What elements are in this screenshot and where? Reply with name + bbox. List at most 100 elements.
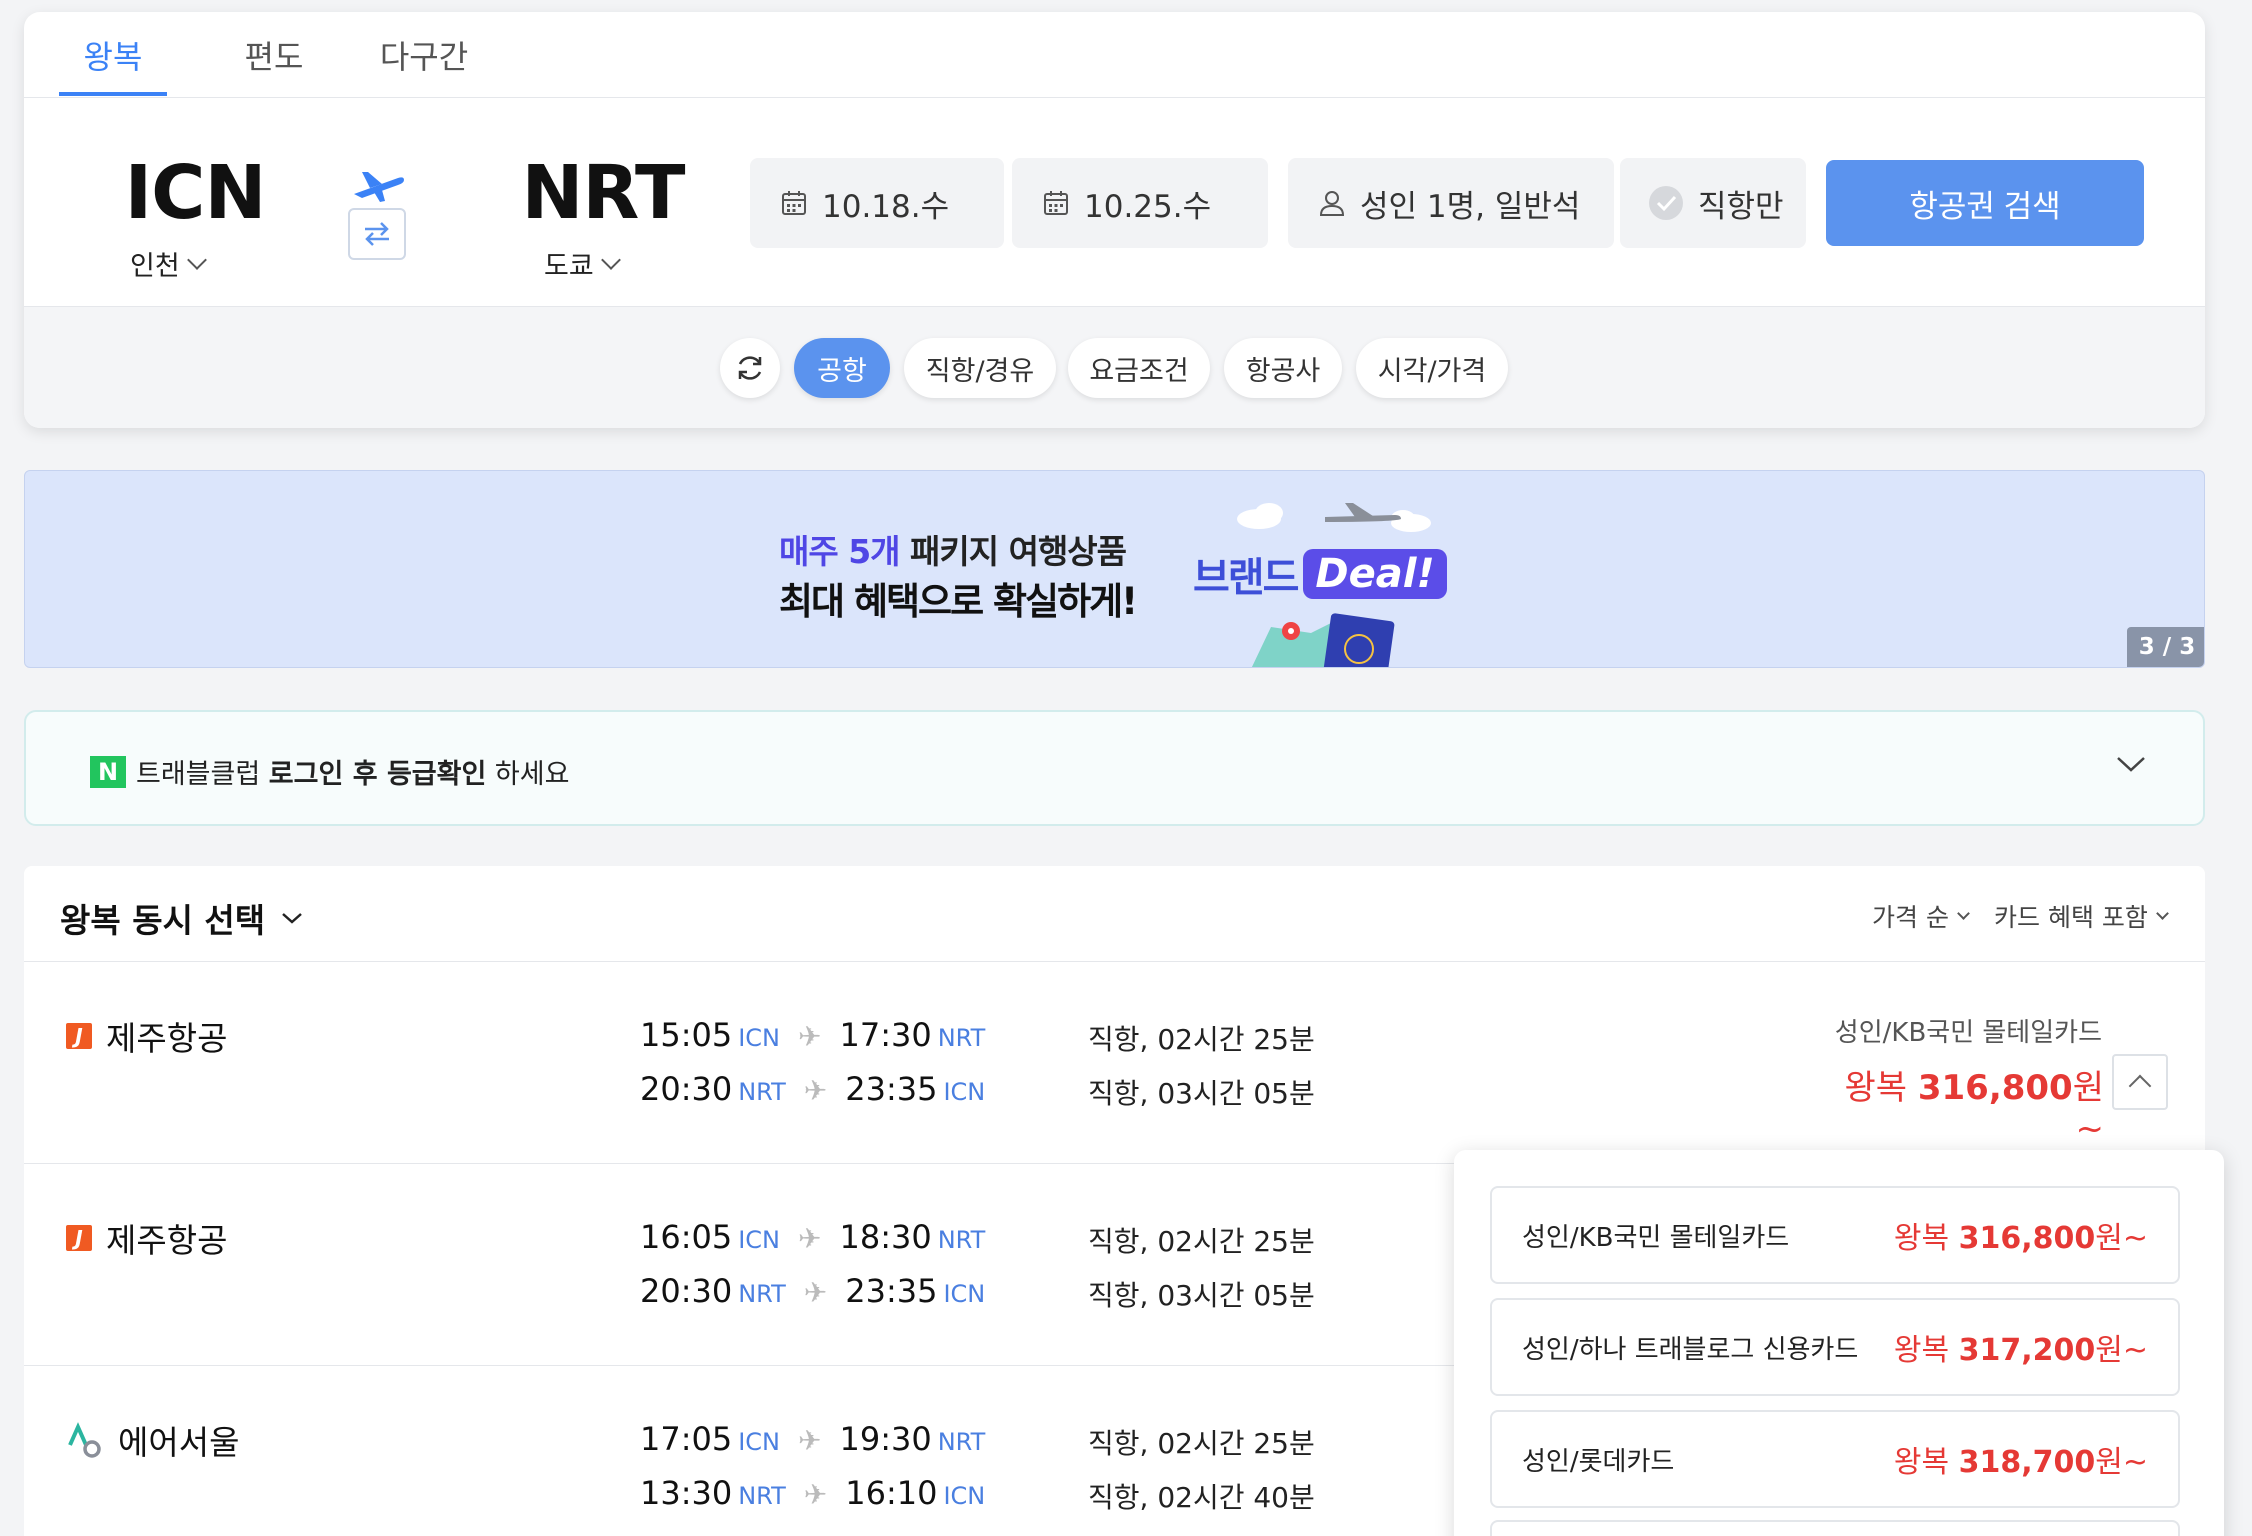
chevron-down-icon — [600, 249, 621, 270]
tab-one-way[interactable]: 편도 — [214, 12, 334, 98]
destination-city: 도쿄 — [544, 251, 594, 282]
price-prefix: 왕복 — [1844, 1068, 1918, 1108]
banner-pager: 3 / 3 — [2127, 627, 2204, 667]
tab-multi-city[interactable]: 다구간 — [354, 12, 494, 98]
airline-name: 에어서울 — [118, 1423, 240, 1462]
tab-round-trip[interactable]: 왕복 — [59, 12, 167, 98]
return-leg: 20:30 NRT ✈ 23:35 ICN — [640, 1272, 985, 1310]
filter-chip-airline[interactable]: 항공사 — [1224, 338, 1342, 398]
login-prompt[interactable]: N 트래블클럽 로그인 후 등급확인 하세요 — [24, 710, 2205, 826]
dep-code: NRT — [738, 1280, 786, 1308]
dep-time: 15:05 — [640, 1016, 733, 1054]
destination-code: NRT — [521, 150, 685, 236]
card-name: 성인/롯데카드 — [1522, 1446, 1675, 1477]
banner-line-1-text: 패키지 여행상품 — [899, 532, 1127, 571]
card-fare-option[interactable]: 성인/롯데카드 왕복 318,700원~ — [1490, 1410, 2180, 1508]
outbound-leg: 17:05 ICN ✈ 19:30 NRT — [640, 1420, 985, 1458]
brand-deal-logo: 브랜드 Deal! — [1193, 545, 1447, 603]
price-suffix: 원~ — [2072, 1068, 2104, 1149]
direct-only-toggle[interactable]: 직항만 — [1620, 158, 1806, 248]
filter-chip-fare[interactable]: 요금조건 — [1068, 338, 1210, 398]
card-fare-option[interactable]: 성인/KB국민 몰테일카드 왕복 316,800원~ — [1490, 1186, 2180, 1284]
flight-row[interactable]: J 제주항공 15:05 ICN ✈ 17:30 NRT 20:30 NRT ✈ 23… — [24, 962, 2205, 1164]
results-title: 왕복 동시 선택 — [60, 901, 266, 940]
outbound-leg: 15:05 ICN ✈ 17:30 NRT — [640, 1016, 985, 1054]
arr-time: 17:30 — [839, 1016, 932, 1054]
outbound-duration: 직항, 02시간 25분 — [1088, 1427, 1315, 1460]
filter-chip-time-price[interactable]: 시각/가격 — [1356, 338, 1508, 398]
card-benefit-label: 성인/KB국민 몰테일카드 — [1834, 1018, 2102, 1048]
arr-code: ICN — [943, 1482, 986, 1510]
card-fare-option[interactable]: 성인/하나 트래블로그 신용카드 왕복 317,200원~ — [1490, 1298, 2180, 1396]
plane-icon: ✈ — [803, 1478, 828, 1511]
price-suffix: 원~ — [2095, 1445, 2148, 1480]
plane-icon: ✈ — [798, 1020, 822, 1053]
login-bold: 로그인 후 등급확인 — [268, 759, 487, 790]
origin-code: ICN — [124, 150, 267, 236]
price-value: 318,700 — [1958, 1445, 2096, 1480]
results-title-dropdown[interactable]: 왕복 동시 선택 — [60, 894, 303, 942]
depart-date-field[interactable]: 10.18.수 — [750, 158, 1004, 248]
calendar-icon — [1044, 191, 1068, 215]
airline: 에어서울 — [66, 1416, 239, 1464]
plane-icon: ✈ — [803, 1276, 828, 1309]
sort-card-dropdown[interactable]: 카드 혜택 포함 — [1994, 898, 2169, 934]
chevron-down-icon[interactable] — [2116, 754, 2146, 778]
search-card: 왕복 편도 다구간 ICN 인천 NRT 도쿄 10.18.수 10.25.수 … — [24, 12, 2205, 428]
origin-city-dropdown[interactable]: 인천 — [130, 244, 207, 283]
airline-name: 제주항공 — [106, 1019, 228, 1058]
return-date: 10.25.수 — [1084, 188, 1212, 225]
air-seoul-logo-icon — [68, 1422, 101, 1458]
arr-code: NRT — [937, 1428, 986, 1456]
dep-time: 17:05 — [640, 1420, 733, 1458]
chevron-down-icon — [186, 249, 207, 270]
dep-code: ICN — [738, 1024, 781, 1052]
return-duration: 직항, 02시간 40분 — [1088, 1481, 1315, 1514]
dep-code: ICN — [738, 1226, 781, 1254]
airline: J 제주항공 — [66, 1012, 227, 1060]
person-icon — [1319, 191, 1345, 216]
price-value: 317,200 — [1958, 1333, 2096, 1368]
sort-price-label: 가격 순 — [1872, 903, 1949, 932]
arr-code: NRT — [937, 1024, 986, 1052]
direct-only-label: 직항만 — [1698, 188, 1784, 225]
destination-selector[interactable]: NRT — [518, 150, 688, 236]
collapse-fares-button[interactable] — [2112, 1054, 2168, 1110]
check-circle-icon — [1649, 186, 1683, 220]
sort-price-dropdown[interactable]: 가격 순 — [1872, 898, 1970, 934]
banner-highlight: 매주 5개 — [779, 532, 901, 571]
dep-code: ICN — [738, 1428, 781, 1456]
dep-code: NRT — [738, 1482, 786, 1510]
reset-filters-button[interactable] — [720, 338, 780, 398]
price-prefix: 왕복 — [1893, 1333, 1959, 1368]
plane-icon: ✈ — [798, 1222, 822, 1255]
plane-icon: ✈ — [798, 1424, 822, 1457]
passenger-field[interactable]: 성인 1명, 일반석 — [1288, 158, 1614, 248]
chevron-down-icon — [2156, 907, 2169, 920]
origin-city: 인천 — [130, 251, 180, 282]
swap-route-button[interactable] — [348, 208, 406, 260]
arr-code: ICN — [943, 1078, 986, 1106]
origin-selector[interactable]: ICN — [110, 150, 280, 236]
passenger-summary: 성인 1명, 일반석 — [1360, 188, 1581, 225]
dep-time: 20:30 — [640, 1272, 733, 1310]
card-fare-option-partial[interactable] — [1490, 1520, 2180, 1536]
price-suffix: 원~ — [2095, 1221, 2148, 1256]
price-prefix: 왕복 — [1893, 1445, 1959, 1480]
promo-banner[interactable]: 매주 5개 패키지 여행상품 최대 혜택으로 확실하게! 브랜드 Deal! 3… — [24, 470, 2205, 668]
filter-chip-airport[interactable]: 공항 — [794, 338, 890, 398]
return-date-field[interactable]: 10.25.수 — [1012, 158, 1268, 248]
card-name: 성인/하나 트래블로그 신용카드 — [1522, 1334, 1859, 1365]
filter-chip-stops[interactable]: 직항/경유 — [904, 338, 1056, 398]
price-suffix: 원~ — [2095, 1333, 2148, 1368]
outbound-duration: 직항, 02시간 25분 — [1088, 1023, 1315, 1056]
swap-icon — [365, 222, 389, 246]
destination-city-dropdown[interactable]: 도쿄 — [544, 244, 621, 283]
trip-type-tabs: 왕복 편도 다구간 — [24, 12, 2205, 98]
outbound-leg: 16:05 ICN ✈ 18:30 NRT — [640, 1218, 985, 1256]
dep-time: 20:30 — [640, 1070, 733, 1108]
chevron-up-icon — [2128, 1074, 2152, 1098]
dep-time: 16:05 — [640, 1218, 733, 1256]
airline-name: 제주항공 — [106, 1221, 228, 1260]
search-flights-button[interactable]: 항공권 검색 — [1826, 160, 2144, 246]
